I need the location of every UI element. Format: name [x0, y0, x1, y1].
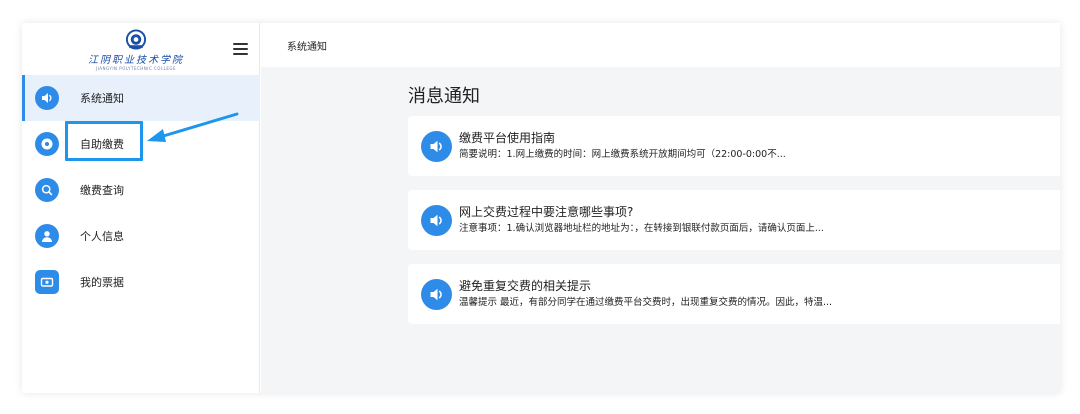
notice-title: 缴费平台使用指南 — [459, 131, 556, 145]
sidebar-item-label: 自助缴费 — [80, 138, 124, 151]
sidebar-item-my-receipts[interactable]: 我的票据 — [22, 259, 260, 305]
ticket-icon — [35, 270, 59, 294]
sidebar-item-payment-query[interactable]: 缴费查询 — [22, 167, 260, 213]
search-icon — [35, 178, 59, 202]
breadcrumb: 系统通知 — [287, 41, 327, 53]
sidebar-item-system-notice[interactable]: 系统通知 — [22, 75, 260, 121]
sidebar-item-self-payment[interactable]: 自助缴费 — [22, 121, 260, 167]
notice-summary: 注意事项：1.确认浏览器地址栏的地址为：，在转接到银联付款页面后，请确认页面上.… — [459, 223, 824, 234]
sidebar-item-label: 个人信息 — [80, 230, 124, 243]
notice-text: 缴费平台使用指南 简要说明：1.网上缴费的时间：网上缴费系统开放期间均可（22:… — [459, 130, 786, 162]
notice-card[interactable]: 网上交费过程中要注意哪些事项? 注意事项：1.确认浏览器地址栏的地址为：，在转接… — [408, 190, 1060, 250]
notice-title: 避免重复交费的相关提示 — [459, 279, 592, 293]
disc-icon — [35, 132, 59, 156]
college-emblem-icon — [125, 29, 147, 50]
notice-text: 避免重复交费的相关提示 温馨提示 最近，有部分同学在通过缴费平台交费时，出现重复… — [459, 278, 832, 310]
logo-text-en: JIANGYIN POLYTECHNIC COLLEGE — [95, 66, 177, 71]
notice-card[interactable]: 缴费平台使用指南 简要说明：1.网上缴费的时间：网上缴费系统开放期间均可（22:… — [408, 116, 1060, 176]
page-title: 消息通知 — [408, 86, 480, 107]
logo-text-cn: 江阴职业技术学院 — [88, 55, 184, 66]
notice-card[interactable]: 避免重复交费的相关提示 温馨提示 最近，有部分同学在通过缴费平台交费时，出现重复… — [408, 264, 1060, 324]
notice-title: 网上交费过程中要注意哪些事项? — [459, 205, 634, 219]
sidebar-item-label: 缴费查询 — [80, 184, 124, 197]
logo-area: 江阴职业技术学院 JIANGYIN POLYTECHNIC COLLEGE — [22, 23, 260, 75]
top-bar: 系统通知 — [261, 23, 1060, 67]
speaker-icon — [35, 86, 59, 110]
speaker-icon — [421, 204, 452, 236]
sidebar-nav: 系统通知 自助缴费 缴费查询 个人信息 我的票据 — [22, 75, 260, 305]
notice-summary: 温馨提示 最近，有部分同学在通过缴费平台交费时，出现重复交费的情况。因此，特温.… — [459, 297, 833, 308]
sidebar-item-label: 系统通知 — [80, 92, 124, 105]
menu-toggle-icon[interactable] — [233, 43, 248, 55]
college-logo: 江阴职业技术学院 JIANGYIN POLYTECHNIC COLLEGE — [86, 29, 186, 71]
app-window: 江阴职业技术学院 JIANGYIN POLYTECHNIC COLLEGE 系统… — [22, 23, 1060, 393]
notice-summary: 简要说明：1.网上缴费的时间：网上缴费系统开放期间均可（22:00-0:00不.… — [459, 149, 786, 160]
sidebar: 江阴职业技术学院 JIANGYIN POLYTECHNIC COLLEGE 系统… — [22, 23, 260, 393]
sidebar-item-personal-info[interactable]: 个人信息 — [22, 213, 260, 259]
user-icon — [35, 224, 59, 248]
main-content: 系统通知 消息通知 缴费平台使用指南 简要说明：1.网上缴费的时间：网上缴费系统… — [261, 23, 1060, 393]
sidebar-item-label: 我的票据 — [80, 276, 124, 289]
notice-text: 网上交费过程中要注意哪些事项? 注意事项：1.确认浏览器地址栏的地址为：，在转接… — [459, 204, 824, 236]
speaker-icon — [421, 130, 452, 162]
speaker-icon — [421, 278, 452, 310]
